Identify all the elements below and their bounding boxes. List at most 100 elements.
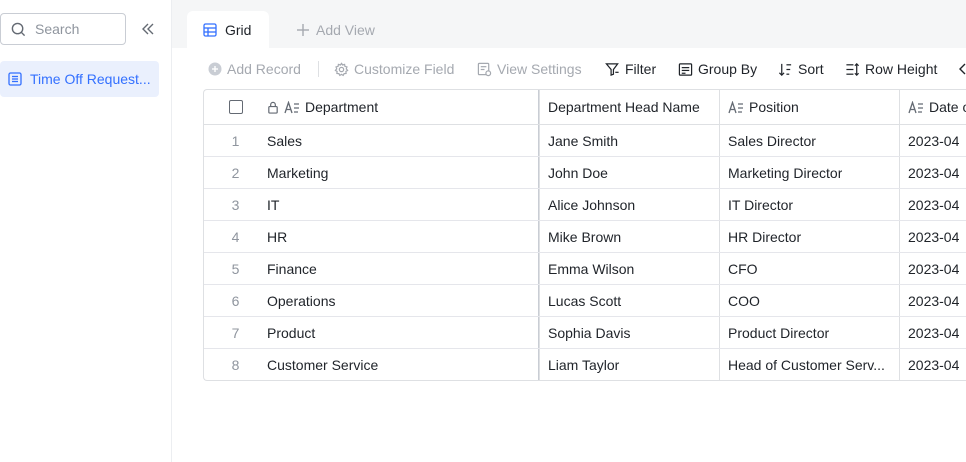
add-record-label: Add Record xyxy=(227,61,301,77)
toolbar: Add Record Customize Field View Settings… xyxy=(172,48,966,90)
cell-date[interactable]: 2023-04 xyxy=(899,125,966,156)
filter-label: Filter xyxy=(625,61,657,77)
cell-department-head[interactable]: Lucas Scott xyxy=(539,285,718,316)
cell-date[interactable]: 2023-04 xyxy=(899,157,966,188)
table-row[interactable]: 5 Finance Emma Wilson CFO 2023-04 xyxy=(204,253,966,285)
search-input[interactable]: Search xyxy=(0,13,126,45)
cell-department[interactable]: Sales xyxy=(267,125,538,156)
collapse-sidebar-button[interactable] xyxy=(138,19,158,39)
row-height-button[interactable]: Row Height xyxy=(845,60,937,78)
cell-department[interactable]: IT xyxy=(267,189,538,220)
cell-position[interactable]: CFO xyxy=(719,253,898,284)
cell-position[interactable]: Product Director xyxy=(719,317,898,348)
view-tabbar: Grid Add View xyxy=(172,0,966,48)
cell-department[interactable]: Customer Service xyxy=(267,349,538,380)
cell-position-text: Head of Customer Serv... xyxy=(728,357,885,373)
cell-department[interactable]: Finance xyxy=(267,253,538,284)
cell-department[interactable]: HR xyxy=(267,221,538,252)
filter-button[interactable]: Filter xyxy=(605,60,656,78)
plus-circle-icon xyxy=(208,62,222,76)
group-icon xyxy=(678,62,693,76)
text-field-icon xyxy=(908,100,924,114)
main-area: Grid Add View Add Record Customize Field… xyxy=(172,0,966,462)
cell-position[interactable]: IT Director xyxy=(719,189,898,220)
cell-department-head[interactable]: John Doe xyxy=(539,157,718,188)
row-number: 3 xyxy=(231,196,240,213)
table-row[interactable]: 4 HR Mike Brown HR Director 2023-04 xyxy=(204,221,966,253)
filter-icon xyxy=(605,62,619,76)
data-grid: Department Department Head Name Position… xyxy=(203,89,966,381)
cell-position[interactable]: COO xyxy=(719,285,898,316)
search-placeholder: Search xyxy=(35,21,80,37)
sort-label: Sort xyxy=(798,61,824,77)
grid-table-icon xyxy=(8,72,22,86)
cell-department-head[interactable]: Alice Johnson xyxy=(539,189,718,220)
search-icon xyxy=(11,22,26,36)
cell-position-text: Sales Director xyxy=(728,132,816,149)
table-header-row: Department Department Head Name Position… xyxy=(204,90,966,125)
column-header-date[interactable]: Date o xyxy=(899,90,966,124)
text-field-icon xyxy=(284,100,300,114)
table-row[interactable]: 8 Customer Service Liam Taylor Head of C… xyxy=(204,349,966,380)
row-number: 1 xyxy=(231,132,240,149)
cell-position-text: HR Director xyxy=(728,228,802,245)
sort-button[interactable]: Sort xyxy=(778,60,824,78)
double-chevron-left-icon xyxy=(142,23,154,35)
add-record-button[interactable]: Add Record xyxy=(208,60,301,78)
cell-department-head[interactable]: Sophia Davis xyxy=(539,317,718,348)
add-view-button[interactable]: Add View xyxy=(296,19,375,41)
table-row[interactable]: 1 Sales Jane Smith Sales Director 2023-0… xyxy=(204,125,966,157)
cell-date[interactable]: 2023-04 xyxy=(899,349,966,380)
table-row[interactable]: 3 IT Alice Johnson IT Director 2023-04 xyxy=(204,189,966,221)
customize-field-button[interactable]: Customize Field xyxy=(334,60,454,78)
more-toolbar-button[interactable] xyxy=(958,60,966,78)
cell-position[interactable]: Sales Director xyxy=(719,125,898,156)
select-all-cell xyxy=(204,90,267,124)
tab-grid-label: Grid xyxy=(225,21,252,38)
view-settings-label: View Settings xyxy=(497,61,582,77)
table-row[interactable]: 6 Operations Lucas Scott COO 2023-04 xyxy=(204,285,966,317)
column-header-department-head-name[interactable]: Department Head Name xyxy=(539,90,718,124)
row-number: 4 xyxy=(231,228,240,245)
cell-position[interactable]: Marketing Director xyxy=(719,157,898,188)
add-view-label: Add View xyxy=(316,22,375,38)
cell-date[interactable]: 2023-04 xyxy=(899,317,966,348)
plus-icon xyxy=(297,24,309,36)
cell-position-text: CFO xyxy=(728,260,758,277)
cell-department[interactable]: Product xyxy=(267,317,538,348)
sidebar: Search Time Off Request... xyxy=(0,0,172,462)
cell-position-text: Product Director xyxy=(728,324,830,341)
column-header-label: Department Head Name xyxy=(548,99,700,115)
customize-field-label: Customize Field xyxy=(354,61,455,77)
tab-grid[interactable]: Grid xyxy=(187,11,269,48)
select-all-checkbox[interactable] xyxy=(228,100,243,114)
cell-date[interactable]: 2023-04 xyxy=(899,285,966,316)
column-header-position[interactable]: Position xyxy=(719,90,898,124)
table-row[interactable]: 7 Product Sophia Davis Product Director … xyxy=(204,317,966,349)
row-height-label: Row Height xyxy=(865,61,938,77)
cell-position[interactable]: HR Director xyxy=(719,221,898,252)
cell-department-head[interactable]: Emma Wilson xyxy=(539,253,718,284)
sidebar-item-label: Time Off Request... xyxy=(30,71,151,87)
cell-department-head[interactable]: Mike Brown xyxy=(539,221,718,252)
cell-department-head[interactable]: Liam Taylor xyxy=(539,349,718,380)
cell-position-text: Marketing Director xyxy=(728,164,843,181)
cell-department[interactable]: Marketing xyxy=(267,157,538,188)
column-header-label: Department xyxy=(305,99,379,115)
sidebar-item-time-off-request[interactable]: Time Off Request... xyxy=(0,61,159,97)
cell-date[interactable]: 2023-04 xyxy=(899,253,966,284)
row-number: 8 xyxy=(231,357,240,373)
cell-position[interactable]: Head of Customer Serv... xyxy=(719,349,898,380)
cell-position-text: IT Director xyxy=(728,196,794,213)
view-settings-button[interactable]: View Settings xyxy=(477,60,582,78)
cell-department[interactable]: Operations xyxy=(267,285,538,316)
sort-icon xyxy=(778,63,792,76)
cell-date[interactable]: 2023-04 xyxy=(899,221,966,252)
chevron-left-icon xyxy=(959,63,966,75)
column-header-department[interactable]: Department xyxy=(267,90,538,124)
cell-date[interactable]: 2023-04 xyxy=(899,189,966,220)
cell-department-head[interactable]: Jane Smith xyxy=(539,125,718,156)
row-number: 7 xyxy=(231,324,240,341)
group-by-button[interactable]: Group By xyxy=(678,60,757,78)
table-row[interactable]: 2 Marketing John Doe Marketing Director … xyxy=(204,157,966,189)
